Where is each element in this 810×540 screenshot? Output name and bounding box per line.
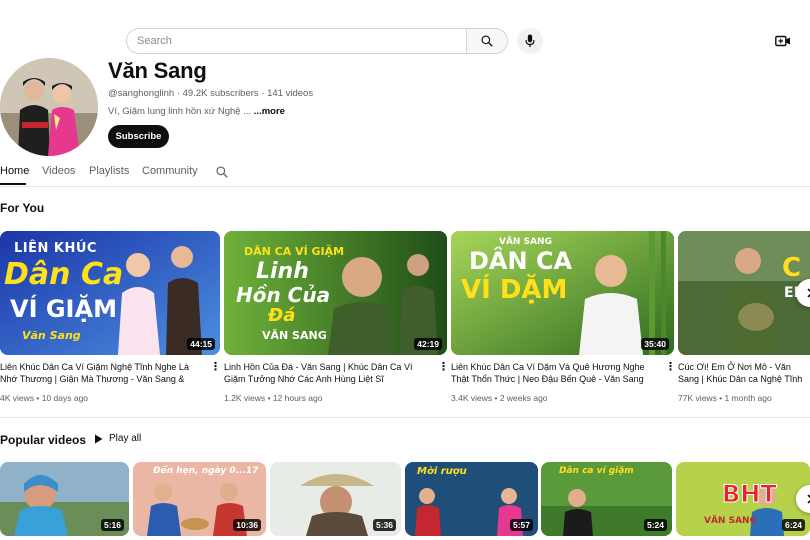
thumbnail-caption: Dân ca ví giặm [559,466,634,476]
search-button[interactable] [466,28,508,54]
thumbnail-caption: Đá [268,305,296,326]
video-meta: 1.2K views • 12 hours ago [224,393,323,403]
video-duration: 6:24 [781,519,805,531]
subscriber-count: 49.2K subscribers [182,88,259,99]
play-all-button[interactable]: Play all [94,433,141,444]
video-thumbnail[interactable]: 5:16 [0,462,129,536]
video-thumbnail[interactable]: Đến hẹn, ngày 0...17 10:36 [133,462,266,536]
video-meta: 77K views • 1 month ago [678,393,772,403]
channel-tabs: Home Videos Playlists Community [0,162,810,186]
tabs-divider [0,186,810,187]
thumbnail-caption: VĂN SANG [499,237,552,247]
voice-search-button[interactable] [517,28,543,54]
avatar-photo [0,58,98,156]
channel-handle: @sanghonglinh [108,88,175,99]
upload-age: 1 month ago [724,393,772,403]
more-link[interactable]: ...more [254,106,285,117]
thumbnail-caption: Dân Ca [4,257,124,292]
video-duration: 10:36 [233,519,261,531]
thumbnail-caption: VÍ GIẶM [10,295,117,323]
thumbnail-caption: LIÊN KHÚC [14,241,97,256]
video-duration: 42:19 [414,338,442,350]
search-icon [481,35,493,47]
video-thumbnail[interactable]: DÂN CA VÍ GIẶM Linh Hồn Của Đá VĂN SANG … [224,231,447,355]
video-title[interactable]: Liên Khúc Dân Ca Ví Dặm Và Quê Hương Ngh… [451,361,661,385]
microphone-icon [525,34,535,48]
video-duration: 5:16 [100,519,124,531]
thumbnail-caption: VĂN SANG [262,329,327,342]
video-title[interactable]: Liên Khúc Dân Ca Ví Giặm Nghệ Tĩnh Nghe … [0,361,205,385]
video-thumbnail[interactable]: Dân ca ví giặm 5:24 [541,462,672,536]
thumbnail-caption: Mời rượu [417,466,467,477]
active-tab-indicator [0,183,26,185]
upload-age: 10 days ago [41,393,89,403]
video-thumbnail[interactable]: C EM [678,231,810,355]
channel-name: Văn Sang [108,58,207,83]
thumbnail-caption: Linh [256,259,309,284]
video-thumbnail[interactable]: LIÊN KHÚC Dân Ca VÍ GIẶM Văn Sang 44:15 [0,231,220,355]
description-text: Ví, Giặm lung linh hồn xứ Nghệ ... [108,106,252,117]
tab-home[interactable]: Home [0,165,29,177]
play-all-label: Play all [109,433,142,444]
subscribe-button[interactable]: Subscribe [108,125,169,148]
video-duration: 5:57 [509,519,533,531]
more-actions-icon[interactable]: ⋮ [438,362,449,373]
more-actions-icon[interactable]: ⋮ [210,362,221,373]
channel-meta: @sanghonglinh · 49.2K subscribers · 141 … [108,88,313,99]
video-duration: 44:15 [187,338,215,350]
create-button[interactable] [773,32,793,50]
view-count: 77K views [678,393,717,403]
video-count: 141 videos [267,88,314,99]
thumbnail-caption: C [782,253,802,283]
section-title-for-you: For You [0,201,45,215]
thumbnail-caption: Hồn Của [236,283,331,307]
thumbnail-caption: Đến hẹn, ngày 0...17 [153,466,259,476]
tab-community[interactable]: Community [142,165,198,177]
thumbnail-caption: VÍ DẶM [461,275,568,305]
video-thumbnail[interactable]: 5:36 [270,462,401,536]
video-meta: 3.4K views • 2 weeks ago [451,393,548,403]
chevron-right-icon [807,288,810,298]
video-meta: 4K views • 10 days ago [0,393,89,403]
video-title[interactable]: Linh Hồn Của Đá - Văn Sang | Khúc Dân Ca… [224,361,434,385]
video-thumbnail[interactable]: VĂN SANG BHT 6:24 [676,462,810,536]
thumbnail-caption: Văn Sang [22,329,81,342]
view-count: 3.4K views [451,393,493,403]
video-title[interactable]: Cúc Ơi! Em Ở Nơi Mô - Văn Sang | Khúc Dâ… [678,361,810,385]
upload-age: 12 hours ago [272,393,323,403]
search-input[interactable]: Search [126,28,466,54]
chevron-right-icon [807,494,810,504]
thumbnail-caption: VĂN SANG [704,516,757,526]
play-icon [95,434,103,443]
video-duration: 5:36 [372,519,396,531]
video-duration: 5:24 [643,519,667,531]
more-actions-icon[interactable]: ⋮ [665,362,676,373]
thumbnail-caption: DÂN CA [469,247,573,275]
channel-avatar[interactable] [0,58,98,156]
watermark-logo: BHT [722,480,778,509]
section-title-popular: Popular videos [0,433,87,447]
video-duration: 35:40 [641,338,669,350]
upload-age: 2 weeks ago [499,393,548,403]
channel-description[interactable]: Ví, Giặm lung linh hồn xứ Nghệ ... ...mo… [108,106,285,117]
video-camera-plus-icon [775,35,790,47]
view-count: 1.2K views [224,393,266,403]
tab-playlists[interactable]: Playlists [89,165,129,177]
tab-videos[interactable]: Videos [42,165,75,177]
thumbnail-caption: DÂN CA VÍ GIẶM [244,245,345,258]
video-thumbnail[interactable]: Mời rượu 5:57 [405,462,538,536]
section-divider [0,417,810,418]
view-count: 4K views [0,393,35,403]
video-thumbnail[interactable]: VĂN SANG DÂN CA VÍ DẶM 35:40 [451,231,674,355]
channel-search-icon[interactable] [215,165,229,179]
search-placeholder: Search [137,35,172,47]
